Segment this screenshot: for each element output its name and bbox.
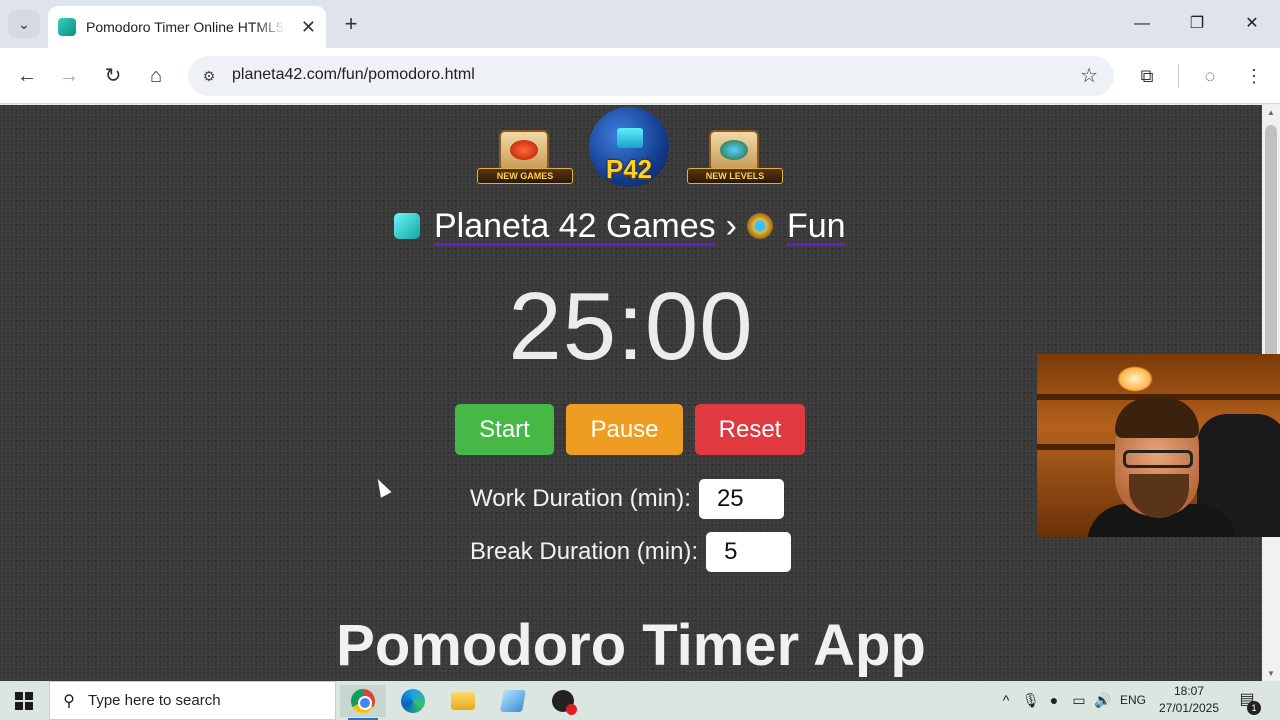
breadcrumb-fun-link[interactable]: Fun xyxy=(787,207,846,246)
tab-search-icon[interactable]: ⌄ xyxy=(8,10,40,38)
page-heading: Pomodoro Timer App xyxy=(336,613,926,678)
pause-button[interactable]: Pause xyxy=(566,404,683,455)
taskbar-chrome[interactable] xyxy=(340,685,386,720)
work-duration-input[interactable] xyxy=(698,479,784,519)
break-duration-input[interactable] xyxy=(706,532,792,572)
edge-icon xyxy=(401,689,425,713)
break-duration-row: Break Duration (min): xyxy=(470,532,792,572)
address-bar[interactable]: ⚙ planeta42.com/fun/pomodoro.html ☆ xyxy=(188,56,1114,96)
book-icon xyxy=(617,128,643,148)
scroll-up-icon[interactable]: ▲ xyxy=(1262,108,1280,117)
profile-icon[interactable]: ◌ xyxy=(1196,62,1224,90)
breadcrumb-separator: › xyxy=(725,206,737,245)
gear-icon xyxy=(746,213,773,239)
browser-toolbar: ← → ↻ ⌂ ⚙ planeta42.com/fun/pomodoro.htm… xyxy=(0,48,1280,104)
start-button[interactable] xyxy=(0,681,48,720)
taskbar: ⚲ Type here to search ^ 🎙 ● ▭ 🔊 ENG 18:0… xyxy=(0,681,1280,720)
recording-icon[interactable]: ● xyxy=(1046,681,1062,720)
taskbar-explorer[interactable] xyxy=(440,685,486,717)
window-close-icon[interactable]: ✕ xyxy=(1232,10,1272,38)
scroll-down-icon[interactable]: ▼ xyxy=(1262,669,1280,678)
breadcrumb-home-link[interactable]: Planeta 42 Games xyxy=(434,207,716,246)
taskbar-search[interactable]: ⚲ Type here to search xyxy=(49,681,336,720)
new-badge-icon xyxy=(510,140,538,160)
extensions-icon[interactable]: ⧉ xyxy=(1133,62,1161,90)
minimize-icon[interactable]: — xyxy=(1122,10,1162,38)
taskbar-notes[interactable] xyxy=(490,685,536,717)
taskbar-recorder[interactable] xyxy=(540,685,586,717)
language-indicator[interactable]: ENG xyxy=(1118,681,1148,720)
person-glasses xyxy=(1123,450,1193,468)
folder-icon xyxy=(451,692,475,710)
search-icon: ⚲ xyxy=(63,692,75,710)
network-icon[interactable]: ▭ xyxy=(1070,681,1088,720)
toolbar-divider xyxy=(1178,64,1179,88)
tab-favicon-icon xyxy=(58,18,76,36)
home-icon[interactable]: ⌂ xyxy=(142,62,170,90)
notification-badge: 1 xyxy=(1247,701,1261,715)
tab-bar: ⌄ Pomodoro Timer Online HTML5 ✕ + — ❐ ✕ xyxy=(0,0,1280,48)
chevron-up-icon[interactable]: ^ xyxy=(998,681,1014,720)
url-text[interactable]: planeta42.com/fun/pomodoro.html xyxy=(232,66,475,84)
new-levels-banner[interactable]: NEW LEVELS xyxy=(687,130,783,184)
plus-icon[interactable]: + xyxy=(338,10,364,38)
star-icon[interactable]: ☆ xyxy=(1080,63,1098,88)
menu-icon[interactable]: ⋮ xyxy=(1240,62,1268,90)
reset-button[interactable]: Reset xyxy=(695,404,805,455)
restore-icon[interactable]: ❐ xyxy=(1177,10,1217,38)
forward-icon[interactable]: → xyxy=(55,62,83,90)
notes-icon xyxy=(500,690,526,712)
microphone-icon[interactable]: 🎙 xyxy=(1022,681,1040,720)
clock-date: 27/01/2025 xyxy=(1158,701,1220,715)
close-icon[interactable]: ✕ xyxy=(301,17,316,38)
book-icon xyxy=(394,213,420,239)
tab-title: Pomodoro Timer Online HTML5 xyxy=(86,19,284,35)
new-levels-label: NEW LEVELS xyxy=(687,168,783,184)
new-games-banner[interactable]: NEW GAMES xyxy=(477,130,573,184)
breadcrumb: Planeta 42 Games › Fun xyxy=(394,204,846,248)
clock[interactable]: 18:07 27/01/2025 xyxy=(1156,683,1222,717)
levels-badge-icon xyxy=(720,140,748,160)
webcam-overlay xyxy=(1037,354,1280,537)
break-duration-label: Break Duration (min): xyxy=(470,538,699,565)
browser-tab[interactable]: Pomodoro Timer Online HTML5 ✕ xyxy=(48,6,326,48)
reload-icon[interactable]: ↻ xyxy=(99,62,127,90)
chrome-icon xyxy=(351,689,375,713)
recorder-icon xyxy=(552,690,577,715)
site-info-icon[interactable]: ⚙ xyxy=(198,65,220,87)
search-placeholder: Type here to search xyxy=(88,692,221,709)
back-icon[interactable]: ← xyxy=(13,62,41,90)
lamp xyxy=(1117,366,1153,392)
new-games-label: NEW GAMES xyxy=(477,168,573,184)
work-duration-row: Work Duration (min): xyxy=(470,479,784,519)
clock-time: 18:07 xyxy=(1173,684,1205,698)
start-button[interactable]: Start xyxy=(455,404,554,455)
windows-icon xyxy=(15,691,33,710)
person-hair xyxy=(1115,398,1199,438)
taskbar-edge[interactable] xyxy=(390,685,436,717)
logo-text: P42 xyxy=(605,154,653,184)
work-duration-label: Work Duration (min): xyxy=(470,485,691,512)
volume-icon[interactable]: 🔊 xyxy=(1094,681,1112,720)
